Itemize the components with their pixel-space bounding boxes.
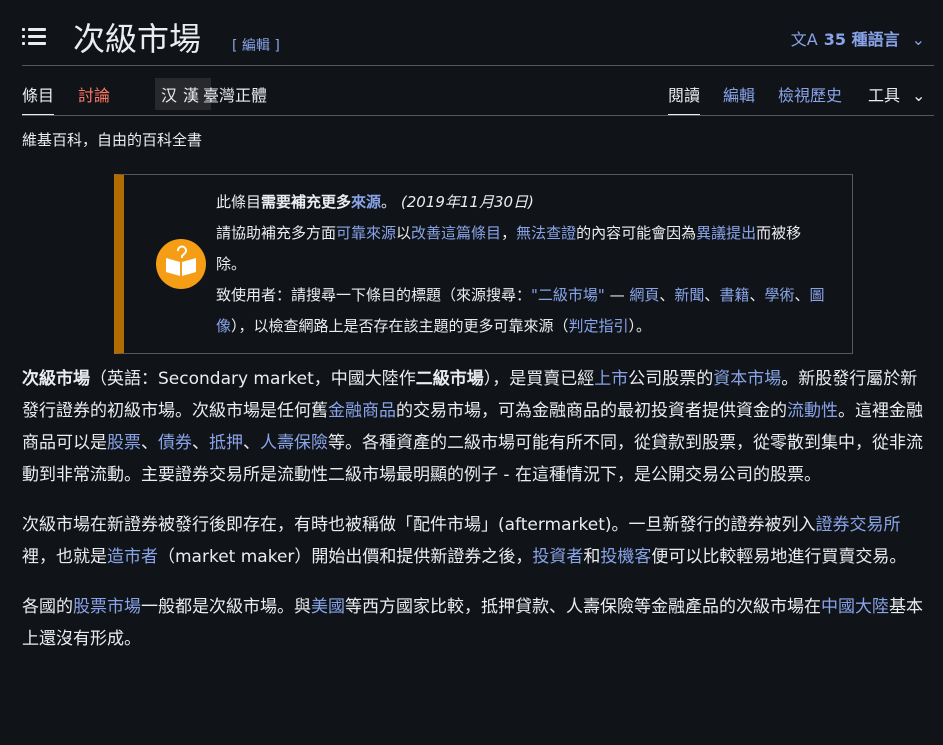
notice-line-1: 此條目需要補充更多來源。 (2019年11月30日)	[216, 187, 831, 218]
search-term-link[interactable]: "二級市場"	[531, 286, 605, 304]
notice-text: 、	[794, 286, 810, 304]
notice-text: 、	[704, 286, 720, 304]
notice-text: ），以檢查網路上是否存在該主題的更多可靠來源（	[231, 317, 569, 335]
body-text: 公司股票的	[628, 369, 714, 389]
verifiability-link[interactable]: 無法查證	[516, 224, 576, 242]
notice-text: 致使用者：請搜尋一下條目的標題（來源搜尋：	[216, 286, 532, 304]
stock-market-link[interactable]: 股票市場	[73, 597, 141, 617]
search-web-link[interactable]: 網頁	[629, 286, 659, 304]
mortgage-link[interactable]: 抵押	[209, 433, 243, 453]
bond-link[interactable]: 債券	[158, 433, 192, 453]
variant-traditional[interactable]: 漢	[183, 86, 205, 105]
body-text: 、	[141, 433, 158, 453]
tab-history[interactable]: 檢視歷史	[778, 82, 842, 106]
notice-text: 、	[659, 286, 675, 304]
speculator-link[interactable]: 投機客	[600, 547, 651, 567]
language-button[interactable]: 文A 35 種語言 ⌄	[791, 26, 925, 50]
notice-text: ）。	[628, 317, 652, 335]
notice-text: ，	[501, 224, 517, 242]
page-header: 次級市場 [ 編輯 ] 文A 35 種語言 ⌄	[0, 0, 943, 66]
usa-link[interactable]: 美國	[311, 597, 345, 617]
notice-text-a: 此條目	[216, 193, 262, 211]
guideline-link[interactable]: 判定指引	[569, 317, 629, 335]
investor-link[interactable]: 投資者	[532, 547, 583, 567]
article-body: 次級市場（英語：Secondary market，中國大陸作二級市場），是買賣已…	[22, 363, 934, 673]
body-text: （market maker）開始出價和提供新證券之後，	[158, 547, 533, 567]
body-text: 一般都是次級市場。與	[141, 597, 311, 617]
paragraph-2: 次級市場在新證券被發行後即存在，有時也被稱做「配件市場」(aftermarket…	[22, 509, 934, 573]
body-text: 、	[243, 433, 260, 453]
capital-market-link[interactable]: 資本市場	[713, 369, 781, 389]
tools-label: 工具	[868, 86, 901, 105]
tab-edit[interactable]: 編輯	[723, 82, 755, 106]
search-scholar-link[interactable]: 學術	[764, 286, 794, 304]
listed-link[interactable]: 上市	[594, 369, 628, 389]
notice-box: 此條目需要補充更多來源。 (2019年11月30日) 請協助補充多方面可靠來源以…	[114, 174, 853, 354]
menu-icon[interactable]	[22, 26, 46, 46]
chevron-down-icon: ⌄	[911, 30, 925, 49]
body-text: 各國的	[22, 597, 73, 617]
market-maker-link[interactable]: 造市者	[107, 547, 158, 567]
body-text: 的交易市場，可為金融商品的最初投資者提供資金的	[396, 401, 787, 421]
stock-link[interactable]: 股票	[107, 433, 141, 453]
notice-text: 請協助補充多方面	[216, 224, 337, 242]
notice-date: (2019年11月30日)	[400, 193, 534, 211]
body-text: 次級市場在新證券被發行後即存在，有時也被稱做「配件市場」(aftermarket…	[22, 515, 816, 535]
notice-line-3: 致使用者：請搜尋一下條目的標題（來源搜尋："二級市場" — 網頁、新聞、書籍、學…	[216, 280, 831, 342]
divider	[22, 65, 934, 66]
tab-read[interactable]: 閱讀	[668, 82, 701, 116]
body-text: （英語：Secondary market，中國大陸作	[90, 369, 416, 389]
notice-text-bold: 需要補充更多	[261, 193, 352, 211]
page-title: 次級市場	[73, 20, 202, 58]
notice-text: 以	[396, 224, 412, 242]
divider	[22, 115, 934, 116]
challenge-link[interactable]: 異議提出	[696, 224, 756, 242]
liquidity-link[interactable]: 流動性	[787, 401, 838, 421]
financial-product-link[interactable]: 金融商品	[328, 401, 396, 421]
life-insurance-link[interactable]: 人壽保險	[260, 433, 328, 453]
body-text: 便可以比較輕易地進行買賣交易。	[651, 547, 907, 567]
variant-simplified[interactable]: 汉	[161, 86, 183, 105]
site-tagline: 維基百科，自由的百科全書	[22, 131, 203, 149]
language-count: 35 種語言	[823, 30, 900, 49]
book-icon	[156, 239, 206, 289]
body-text: 裡，也就是	[22, 547, 107, 567]
body-text: 等西方國家比較，抵押貸款、人壽保險等金融產品的次級市場在	[345, 597, 821, 617]
body-text: 和	[583, 547, 601, 567]
bold-term: 次級市場	[22, 369, 90, 389]
search-books-link[interactable]: 書籍	[719, 286, 749, 304]
variant-name[interactable]: 臺灣正體	[203, 82, 267, 106]
chevron-down-icon: ⌄	[912, 86, 926, 105]
mainland-china-link[interactable]: 中國大陸	[821, 597, 889, 617]
paragraph-1: 次級市場（英語：Secondary market，中國大陸作二級市場），是買賣已…	[22, 363, 934, 491]
body-text: 、	[192, 433, 209, 453]
paragraph-3: 各國的股票市場一般都是次級市場。與美國等西方國家比較，抵押貸款、人壽保險等金融產…	[22, 591, 934, 655]
notice-line-2: 請協助補充多方面可靠來源以改善這篇條目，無法查證的內容可能會因為異議提出而被移除…	[216, 218, 831, 280]
notice-text: —	[604, 286, 630, 304]
stock-exchange-link[interactable]: 證券交易所	[816, 515, 901, 535]
tab-talk[interactable]: 討論	[78, 82, 110, 106]
title-edit-link[interactable]: [ 編輯 ]	[232, 35, 280, 55]
bold-term: 二級市場	[415, 369, 484, 389]
reliable-sources-link[interactable]: 可靠來源	[336, 224, 396, 242]
sources-link[interactable]: 來源	[351, 193, 381, 211]
notice-text: 、	[749, 286, 765, 304]
tab-article[interactable]: 條目	[22, 82, 55, 116]
body-text: ），是買賣已經	[483, 369, 595, 389]
tab-tools[interactable]: 工具 ⌄	[868, 82, 925, 106]
notice-text: 的內容可能會因為	[576, 224, 697, 242]
tabs-bar: 條目 討論 汉漢 臺灣正體 閱讀 編輯 檢視歷史 工具 ⌄	[22, 78, 934, 116]
notice-text-d: 。	[381, 193, 397, 211]
improve-article-link[interactable]: 改善這篇條目	[411, 224, 501, 242]
notice-text: 此條目需要補充更多來源。 (2019年11月30日) 請協助補充多方面可靠來源以…	[216, 187, 831, 342]
translate-icon: 文A	[790, 30, 818, 49]
search-news-link[interactable]: 新聞	[674, 286, 704, 304]
